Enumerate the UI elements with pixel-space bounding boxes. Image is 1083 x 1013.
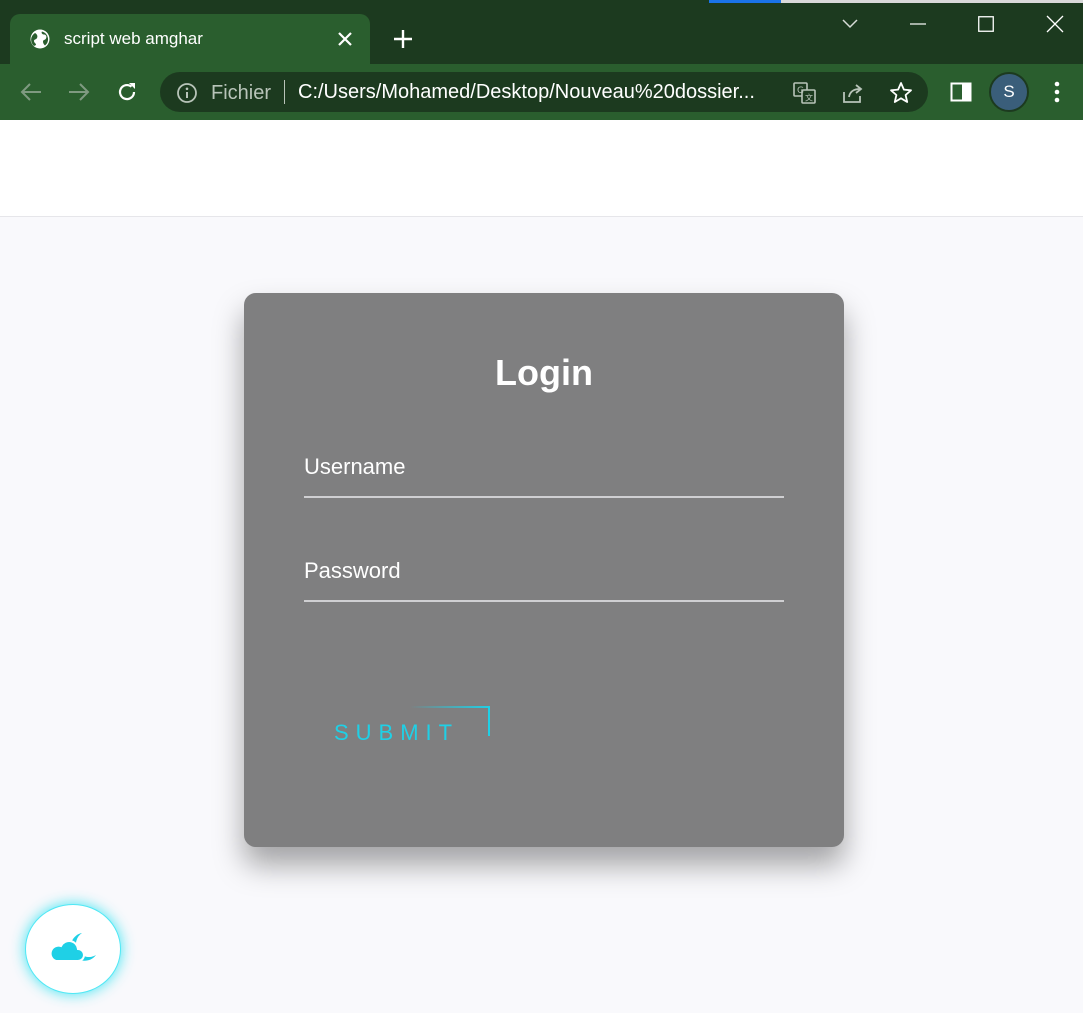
page-header [0, 120, 1083, 217]
chevron-down-icon[interactable] [836, 10, 864, 38]
loading-strip [709, 0, 1083, 3]
submit-border-top [410, 706, 490, 708]
submit-border-right [488, 706, 490, 736]
reload-icon[interactable] [113, 78, 141, 106]
username-field[interactable] [304, 450, 784, 498]
avatar[interactable]: S [989, 72, 1029, 112]
forward-arrow-icon[interactable] [65, 78, 93, 106]
info-icon[interactable] [176, 82, 198, 104]
browser-tab[interactable]: script web amghar [10, 14, 370, 64]
tab-title: script web amghar [64, 29, 203, 48]
window-close-icon[interactable] [1041, 10, 1069, 38]
svg-text:文: 文 [805, 93, 813, 103]
plus-icon[interactable] [390, 26, 416, 52]
translate-icon[interactable]: G文 [792, 80, 818, 106]
close-icon[interactable] [334, 28, 356, 50]
login-title: Login [495, 352, 593, 393]
globe-icon [30, 29, 50, 49]
minimize-icon[interactable] [904, 10, 932, 38]
star-icon[interactable] [888, 80, 914, 106]
url-scheme-label: Fichier [211, 82, 272, 104]
browser-toolbar: Fichier C:/Users/Mohamed/Desktop/Nouveau… [0, 64, 1083, 120]
side-panel-icon[interactable] [947, 78, 975, 106]
address-bar[interactable]: Fichier C:/Users/Mohamed/Desktop/Nouveau… [160, 72, 928, 112]
omnibox-divider [284, 80, 285, 104]
browser-titlebar: script web amghar [0, 0, 1083, 64]
share-icon[interactable] [840, 80, 866, 106]
maximize-icon[interactable] [972, 10, 1000, 38]
svg-text:G: G [797, 86, 804, 96]
kebab-menu-icon[interactable] [1043, 78, 1071, 106]
cloud-moon-icon [48, 931, 98, 967]
back-arrow-icon[interactable] [17, 78, 45, 106]
theme-toggle-button[interactable] [25, 904, 121, 994]
url-text[interactable]: C:/Users/Mohamed/Desktop/Nouveau%20dossi… [298, 81, 778, 104]
submit-button[interactable]: SUBMIT [334, 720, 459, 746]
password-field[interactable] [304, 554, 784, 602]
